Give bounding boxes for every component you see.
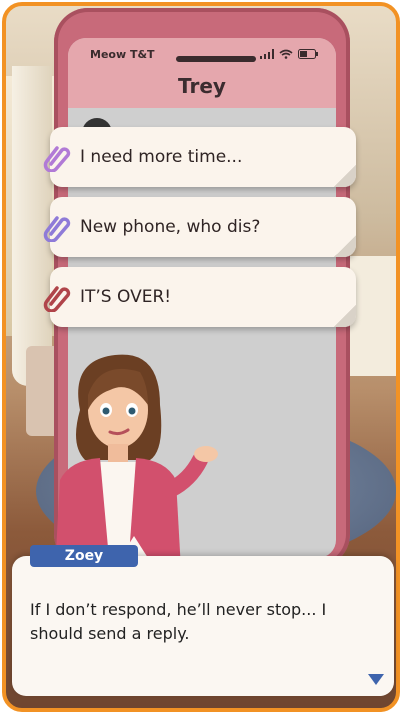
paperclip-icon: [43, 146, 71, 172]
contact-name: Trey: [178, 74, 226, 98]
status-icons: [260, 49, 318, 59]
speaker-nameplate: Zoey: [30, 545, 138, 567]
choice-option-3[interactable]: IT’S OVER!: [43, 267, 356, 327]
phone-notch: [176, 56, 256, 62]
battery-icon: [298, 49, 318, 59]
choice-label: IT’S OVER!: [80, 287, 172, 307]
signal-icon: [260, 49, 274, 59]
dialog-text: If I don’t respond, he’ll never stop... …: [30, 600, 327, 643]
choice-label: New phone, who dis?: [80, 217, 261, 237]
next-arrow-icon[interactable]: [368, 674, 384, 685]
paperclip-icon: [43, 286, 71, 312]
carrier-label: Meow T&T: [90, 48, 155, 61]
choice-option-2[interactable]: New phone, who dis?: [43, 197, 356, 257]
choice-option-1[interactable]: I need more time...: [43, 127, 356, 187]
choice-label: I need more time...: [80, 147, 243, 167]
wifi-icon: [279, 49, 293, 59]
paperclip-icon: [43, 216, 71, 242]
